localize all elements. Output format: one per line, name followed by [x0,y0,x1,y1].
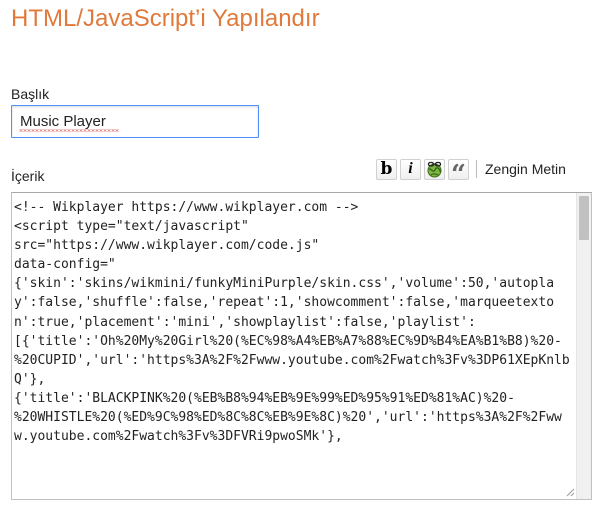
insert-link-button[interactable] [424,158,445,180]
title-input[interactable] [11,105,259,138]
content-textarea[interactable]: <!-- Wikplayer https://www.wikplayer.com… [11,192,592,500]
globe-link-icon [427,161,442,177]
content-text[interactable]: <!-- Wikplayer https://www.wikplayer.com… [14,198,570,446]
toolbar-separator [476,160,477,178]
editor-toolbar: b i “ Zengin Metin [376,156,566,188]
italic-icon: i [408,160,413,177]
title-field-label: Başlık [11,86,50,102]
bold-button[interactable]: b [376,158,397,180]
scroll-thumb[interactable] [579,196,589,240]
rich-text-toggle[interactable]: Zengin Metin [485,161,566,177]
bold-icon: b [380,158,393,179]
vertical-scrollbar[interactable] [576,193,591,499]
content-field-label: İçerik [11,168,45,184]
resize-grip-icon[interactable] [565,487,575,497]
dialog-title: HTML/JavaScript’i Yapılandır [11,5,320,32]
italic-button[interactable]: i [400,158,421,180]
quote-icon: “ [451,160,466,190]
blockquote-button[interactable]: “ [448,158,469,188]
